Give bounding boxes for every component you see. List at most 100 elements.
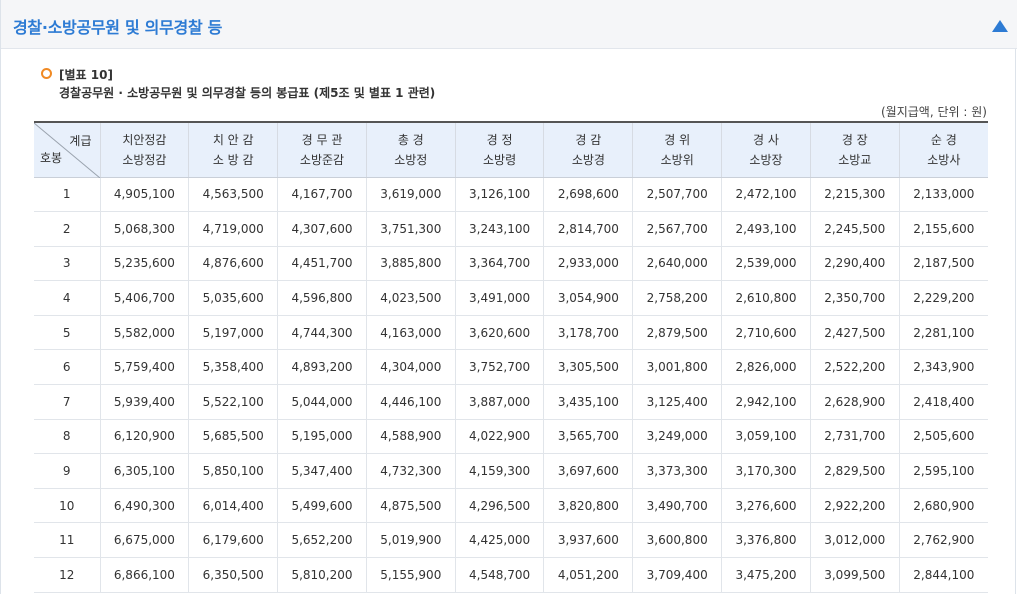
rank-header-police: 경 사 (753, 132, 779, 147)
step-cell: 3 (34, 246, 100, 282)
corner-rank-label: 계급 (69, 134, 92, 148)
step-cell: 9 (34, 453, 100, 489)
salary-cell: 3,001,800 (632, 349, 722, 386)
salary-cell: 6,490,300 (99, 488, 189, 524)
salary-cell: 4,307,600 (277, 211, 367, 247)
rank-header-police: 경 위 (664, 132, 691, 147)
table-row: 5 5,582,000 5,197,000 4,744,300 4,163,000 3,6… (34, 315, 988, 351)
salary-cell: 4,719,000 (188, 211, 278, 247)
salary-cell: 5,155,900 (365, 557, 456, 593)
table-row: 12 6,866,100 6,350,500 5,810,200 5,155,900 4,… (34, 557, 988, 593)
rank-header: 경 위 소방위 (632, 122, 722, 178)
salary-cell: 4,051,200 (543, 557, 633, 593)
salary-cell: 3,937,600 (543, 522, 633, 559)
table-row: 3 5,235,600 4,876,600 4,451,700 3,885,800 3,3… (34, 246, 988, 282)
rank-header-fire: 소방교 (838, 152, 872, 167)
salary-cell: 2,829,500 (809, 453, 900, 489)
table-body: 1 4,905,100 4,563,500 4,167,700 3,619,000 3,1… (34, 177, 988, 593)
salary-cell: 6,675,000 (99, 522, 189, 559)
step-cell: 2 (34, 211, 100, 247)
section-title: 경찰·소방공무원 및 의무경찰 등 (13, 18, 223, 37)
salary-cell: 3,099,500 (809, 557, 900, 593)
salary-cell: 5,582,000 (99, 315, 189, 351)
salary-panel: 경찰·소방공무원 및 의무경찰 등 [별표 10] 경찰공무원 · 소방공무원 … (0, 0, 1017, 594)
table-row: 9 6,305,100 5,850,100 5,347,400 4,732,300 4,1… (34, 453, 988, 489)
rank-header-police: 순 경 (930, 132, 957, 147)
salary-cell: 4,022,900 (454, 419, 544, 455)
salary-cell: 4,588,900 (365, 419, 456, 455)
rank-header: 총 경 소방정 (365, 122, 456, 178)
salary-cell: 5,522,100 (188, 384, 278, 420)
salary-cell: 2,933,000 (543, 246, 633, 282)
salary-cell: 2,731,700 (809, 419, 900, 455)
triangle-up-icon[interactable] (991, 18, 1009, 32)
salary-cell: 2,610,800 (721, 280, 811, 316)
rank-header-fire: 소방정감 (122, 152, 167, 167)
salary-cell: 3,364,700 (454, 246, 544, 282)
section-header[interactable]: 경찰·소방공무원 및 의무경찰 등 (1, 0, 1017, 49)
step-cell: 11 (34, 522, 100, 559)
salary-cell: 2,133,000 (898, 177, 988, 213)
salary-cell: 3,491,000 (454, 280, 544, 316)
salary-cell: 2,539,000 (721, 246, 811, 282)
rank-header-police: 치 안 감 (212, 132, 254, 147)
rank-header-fire: 소방경 (571, 152, 605, 167)
salary-cell: 3,820,800 (543, 488, 633, 524)
salary-cell: 3,376,800 (721, 522, 811, 559)
salary-cell: 5,499,600 (277, 488, 367, 524)
salary-cell: 5,406,700 (99, 280, 189, 316)
salary-cell: 4,548,700 (454, 557, 544, 593)
salary-cell: 5,810,200 (277, 557, 367, 593)
rank-header: 경 장 소방교 (809, 122, 900, 178)
salary-cell: 2,942,100 (721, 384, 811, 420)
table-row: 1 4,905,100 4,563,500 4,167,700 3,619,000 3,1… (34, 177, 988, 213)
salary-cell: 2,418,400 (898, 384, 988, 420)
salary-cell: 2,343,900 (898, 349, 988, 386)
rank-header-fire: 소방령 (483, 152, 517, 167)
salary-cell: 2,595,100 (898, 453, 988, 489)
salary-cell: 2,844,100 (898, 557, 988, 593)
salary-cell: 5,358,400 (188, 349, 278, 386)
rank-header: 경 정 소방령 (454, 122, 544, 178)
salary-cell: 3,620,600 (454, 315, 544, 351)
unit-note: (월지급액, 단위 : 원) (881, 105, 987, 119)
salary-cell: 3,012,000 (809, 522, 900, 559)
step-cell: 12 (34, 557, 100, 593)
salary-cell: 3,752,700 (454, 349, 544, 386)
salary-cell: 4,596,800 (277, 280, 367, 316)
table-description: 경찰공무원 · 소방공무원 및 의무경찰 등의 봉급표 (제5조 및 별표 1 … (59, 86, 436, 100)
salary-cell: 4,446,100 (365, 384, 456, 420)
salary-cell: 3,125,400 (632, 384, 722, 420)
salary-cell: 4,732,300 (365, 453, 456, 489)
rank-header: 순 경 소방사 (898, 122, 988, 178)
salary-cell: 2,427,500 (809, 315, 900, 351)
salary-cell: 3,697,600 (543, 453, 633, 489)
salary-cell: 3,709,400 (632, 557, 722, 593)
table-row: 6 5,759,400 5,358,400 4,893,200 4,304,000 3,7… (34, 349, 988, 386)
rank-header: 경 감 소방경 (543, 122, 633, 178)
salary-cell: 6,120,900 (99, 419, 189, 455)
salary-cell: 2,879,500 (632, 315, 722, 351)
salary-cell: 2,187,500 (898, 246, 988, 282)
salary-cell: 4,425,000 (454, 522, 544, 559)
salary-cell: 4,876,600 (188, 246, 278, 282)
rank-header-fire: 소방정 (394, 152, 428, 167)
salary-cell: 3,885,800 (365, 246, 456, 282)
salary-cell: 4,563,500 (188, 177, 278, 213)
salary-cell: 2,350,700 (809, 280, 900, 316)
salary-cell: 6,179,600 (188, 522, 278, 559)
salary-cell: 6,866,100 (99, 557, 189, 593)
salary-cell: 5,035,600 (188, 280, 278, 316)
step-cell: 10 (34, 488, 100, 524)
salary-cell: 6,305,100 (99, 453, 189, 489)
salary-cell: 3,887,000 (454, 384, 544, 420)
salary-cell: 4,451,700 (277, 246, 367, 282)
step-cell: 7 (34, 384, 100, 420)
rank-header-fire: 소방준감 (299, 152, 345, 167)
salary-cell: 2,215,300 (809, 177, 900, 213)
salary-cell: 5,652,200 (277, 522, 367, 559)
table-header-row: 계급 호봉 치안정감 소방정감 치 안 감소 방 감경 무 관 소방준감 총 경 소방정 경… (34, 122, 988, 178)
step-cell: 5 (34, 315, 100, 351)
salary-cell: 2,281,100 (898, 315, 988, 351)
salary-cell: 2,758,200 (632, 280, 722, 316)
